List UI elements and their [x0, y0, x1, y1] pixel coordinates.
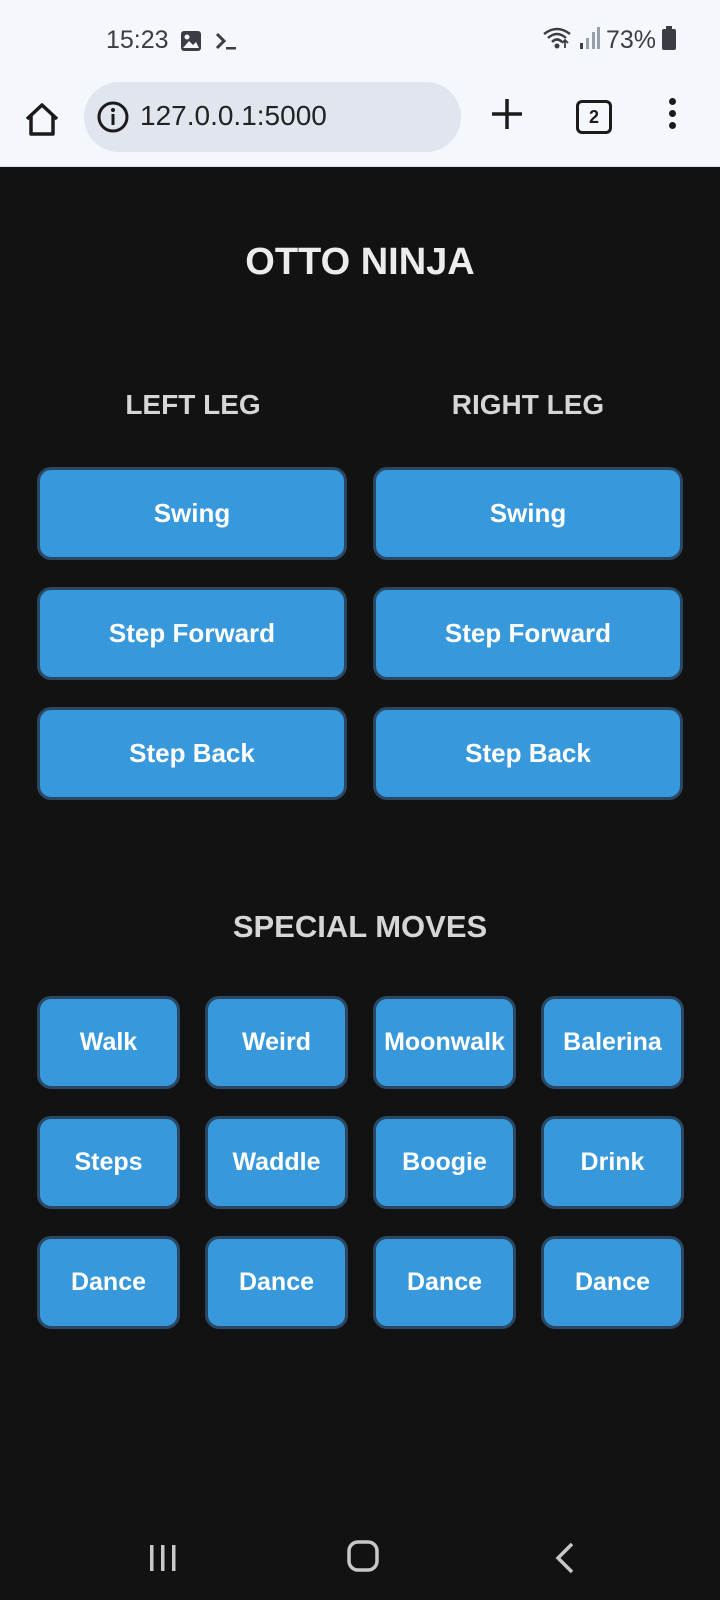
gallery-icon	[180, 30, 202, 57]
right-step-back-button[interactable]: Step Back	[373, 707, 683, 800]
dance-button-3[interactable]: Dance	[373, 1236, 516, 1329]
right-step-forward-button[interactable]: Step Forward	[373, 587, 683, 680]
back-button[interactable]	[553, 1541, 577, 1580]
recent-apps-button[interactable]	[148, 1543, 178, 1578]
moonwalk-button[interactable]: Moonwalk	[373, 996, 516, 1089]
waddle-button[interactable]: Waddle	[205, 1116, 348, 1209]
battery-percentage: 73%	[605, 26, 656, 54]
more-vert-icon-dot	[668, 122, 676, 129]
system-home-button[interactable]	[346, 1539, 380, 1578]
home-button[interactable]	[22, 100, 62, 140]
signal-icon	[578, 26, 600, 55]
more-vert-icon-dot	[668, 98, 676, 105]
drink-button[interactable]: Drink	[541, 1116, 684, 1209]
web-page: OTTO NINJA LEFT LEG RIGHT LEG Swing Step…	[0, 167, 720, 1517]
url-text: 127.0.0.1:5000	[140, 100, 327, 131]
more-menu-button[interactable]	[664, 98, 680, 134]
browser-toolbar: 127.0.0.1:5000 2	[0, 80, 720, 167]
plus-icon	[489, 99, 525, 136]
left-step-back-button[interactable]: Step Back	[37, 707, 347, 800]
dance-button-1[interactable]: Dance	[37, 1236, 180, 1329]
right-swing-button[interactable]: Swing	[373, 467, 683, 560]
new-tab-button[interactable]	[489, 96, 525, 132]
steps-button[interactable]: Steps	[37, 1116, 180, 1209]
walk-button[interactable]: Walk	[37, 996, 180, 1089]
home-icon	[22, 103, 62, 144]
special-moves-header: SPECIAL MOVES	[232, 909, 488, 944]
tab-switcher-button[interactable]: 2	[576, 100, 612, 134]
left-leg-header: LEFT LEG	[125, 389, 261, 420]
more-vert-icon-dot	[668, 110, 676, 117]
status-time: 15:23	[106, 26, 169, 54]
weird-button[interactable]: Weird	[205, 996, 348, 1089]
boogie-button[interactable]: Boogie	[373, 1116, 516, 1209]
balerina-button[interactable]: Balerina	[541, 996, 684, 1089]
page-title: OTTO NINJA	[245, 241, 475, 283]
dance-button-4[interactable]: Dance	[541, 1236, 684, 1329]
url-bar[interactable]: 127.0.0.1:5000	[84, 82, 461, 152]
battery-icon	[662, 26, 676, 55]
left-swing-button[interactable]: Swing	[37, 467, 347, 560]
terminal-icon	[214, 30, 238, 57]
dance-button-2[interactable]: Dance	[205, 1236, 348, 1329]
status-bar: 15:23 73%	[0, 0, 720, 80]
system-nav-bar	[0, 1517, 720, 1600]
wifi-icon	[542, 26, 572, 55]
right-leg-header: RIGHT LEG	[451, 389, 605, 420]
left-step-forward-button[interactable]: Step Forward	[37, 587, 347, 680]
info-icon[interactable]	[96, 100, 130, 139]
